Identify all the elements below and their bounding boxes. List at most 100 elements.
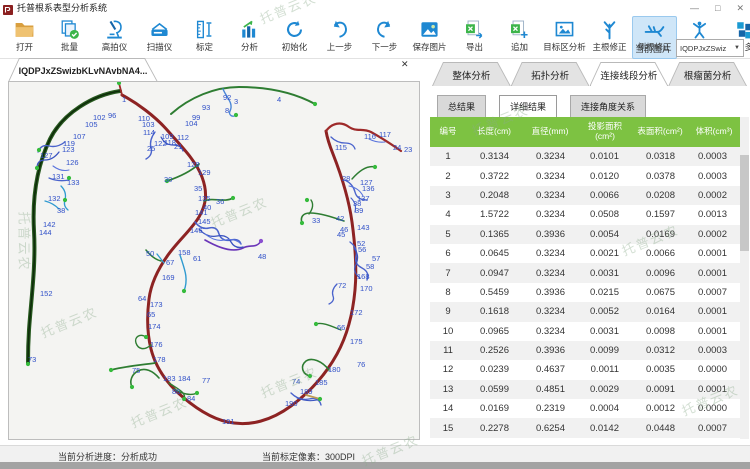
cell-value: 0.0004 bbox=[578, 403, 632, 414]
toolbar-button-label: 目标区分析 bbox=[543, 41, 586, 53]
annotation-label: 136 bbox=[362, 184, 375, 193]
cell-value: 0.1365 bbox=[466, 229, 522, 240]
annotation-label: 152 bbox=[40, 289, 53, 298]
cell-id: 14 bbox=[430, 403, 466, 414]
table-row[interactable]: 41.57220.32340.05080.15970.0013 bbox=[430, 205, 740, 224]
redo-button[interactable]: 下一步 bbox=[362, 16, 407, 59]
save-image-button[interactable]: 保存图片 bbox=[407, 16, 452, 59]
annotation-label: 123 bbox=[62, 145, 75, 154]
cell-value: 0.0318 bbox=[632, 151, 688, 162]
annotation-label: 174 bbox=[148, 322, 161, 331]
annotation-label: 33 bbox=[312, 216, 320, 225]
calibrate-button[interactable]: 标定 bbox=[182, 16, 227, 59]
table-row[interactable]: 90.16180.32340.00520.01640.0001 bbox=[430, 302, 740, 321]
table-row[interactable]: 100.09650.32340.00310.00980.0001 bbox=[430, 322, 740, 341]
annotation-label: 23 bbox=[404, 145, 412, 154]
result-button-0[interactable]: 总结果 bbox=[437, 95, 486, 118]
cell-value: 0.3234 bbox=[522, 268, 578, 279]
reset-button[interactable]: 初始化 bbox=[272, 16, 317, 59]
table-row[interactable]: 30.20480.32340.00660.02080.0002 bbox=[430, 186, 740, 205]
cell-id: 3 bbox=[430, 190, 466, 201]
annotation-label: 126 bbox=[66, 158, 79, 167]
cell-value: 0.0101 bbox=[578, 151, 632, 162]
table-row[interactable]: 110.25260.39360.00990.03120.0003 bbox=[430, 341, 740, 360]
image-tab[interactable]: IQDPJxZSwizbKLvNAvbNA4... bbox=[8, 58, 158, 82]
minimize-button[interactable]: — bbox=[690, 4, 699, 13]
cell-id: 8 bbox=[430, 287, 466, 298]
annotation-label: 143 bbox=[357, 223, 370, 232]
annotation-label: 132 bbox=[48, 194, 61, 203]
tab-0[interactable]: 整体分析 bbox=[432, 62, 511, 86]
scanner-icon bbox=[149, 19, 170, 40]
append-button[interactable]: 追加 bbox=[497, 16, 542, 59]
table-row[interactable]: 20.37220.32340.01200.03780.0003 bbox=[430, 166, 740, 185]
cell-value: 0.0965 bbox=[466, 326, 522, 337]
current-image-dropdown[interactable]: IQDPJxZSwizbk ▼ bbox=[676, 39, 744, 57]
cell-value: 0.0098 bbox=[632, 326, 688, 337]
tab-1[interactable]: 拓扑分析 bbox=[511, 62, 590, 86]
main-root-icon bbox=[599, 19, 620, 40]
cell-value: 0.5459 bbox=[466, 287, 522, 298]
cell-value: 0.0091 bbox=[632, 384, 688, 395]
undo-button[interactable]: 上一步 bbox=[317, 16, 362, 59]
chevron-down-icon: ▼ bbox=[734, 45, 740, 51]
table-row[interactable]: 130.05990.48510.00290.00910.0001 bbox=[430, 380, 740, 399]
analyze-button[interactable]: 分析 bbox=[227, 16, 272, 59]
toolbar-button-label: 批量 bbox=[61, 41, 78, 53]
result-button-1[interactable]: 详细结果 bbox=[499, 95, 557, 118]
cell-value: 0.0052 bbox=[578, 306, 632, 317]
folder-button[interactable]: 打开 bbox=[2, 16, 47, 59]
cell-value: 0.3234 bbox=[522, 209, 578, 220]
toolbar-button-label: 追加 bbox=[511, 41, 528, 53]
table-row[interactable]: 150.22780.62540.01420.04480.0007 bbox=[430, 418, 740, 437]
table-row[interactable]: 10.31340.32340.01010.03180.0003 bbox=[430, 147, 740, 166]
export-button[interactable]: 导出 bbox=[452, 16, 497, 59]
table-scrollbar-thumb[interactable] bbox=[740, 155, 749, 251]
annotation-label: 67 bbox=[166, 258, 174, 267]
table-row[interactable]: 60.06450.32340.00210.00660.0001 bbox=[430, 244, 740, 263]
column-header-4: 表面积(cm²) bbox=[632, 117, 688, 147]
cell-value: 0.6254 bbox=[522, 423, 578, 434]
table-row[interactable]: 120.02390.46370.00110.00350.0000 bbox=[430, 360, 740, 379]
annotation-label: 172 bbox=[350, 308, 363, 317]
cell-id: 9 bbox=[430, 306, 466, 317]
cell-value: 0.4851 bbox=[522, 384, 578, 395]
cell-value: 0.0011 bbox=[578, 364, 632, 375]
cell-value: 0.0142 bbox=[578, 423, 632, 434]
cell-value: 0.0000 bbox=[688, 364, 740, 375]
tab-close-icon[interactable]: ✕ bbox=[401, 60, 409, 69]
target-area-button[interactable]: 目标区分析 bbox=[542, 16, 587, 59]
annotation-label: 115 bbox=[335, 143, 347, 152]
annotation-label: 185 bbox=[315, 378, 328, 387]
table-scrollbar[interactable] bbox=[740, 117, 749, 439]
table-row[interactable]: 50.13650.39360.00540.01690.0002 bbox=[430, 225, 740, 244]
toolbar-button-label: 初始化 bbox=[282, 41, 308, 53]
annotation-label: 191 bbox=[222, 417, 235, 426]
cell-value: 0.0164 bbox=[632, 306, 688, 317]
table-row[interactable]: 80.54590.39360.02150.06750.0007 bbox=[430, 283, 740, 302]
batch-button[interactable]: 批量 bbox=[47, 16, 92, 59]
toolbar-button-label: 上一步 bbox=[327, 41, 353, 53]
table-row[interactable]: 70.09470.32340.00310.00960.0001 bbox=[430, 263, 740, 282]
cell-value: 0.0448 bbox=[632, 423, 688, 434]
maximize-button[interactable]: □ bbox=[715, 4, 720, 13]
tab-3[interactable]: 根瘤菌分析 bbox=[668, 62, 747, 86]
doc-camera-button[interactable]: 高拍仪 bbox=[92, 16, 137, 59]
annotation-label: 72 bbox=[338, 281, 346, 290]
tab-2[interactable]: 连接线段分析 bbox=[590, 62, 669, 86]
column-header-1: 长度(cm) bbox=[466, 117, 522, 147]
cell-value: 0.0001 bbox=[688, 248, 740, 259]
scanner-button[interactable]: 扫描仪 bbox=[137, 16, 182, 59]
root-image-canvas[interactable]: 1923493899104102961051071191231271261311… bbox=[8, 81, 420, 440]
result-button-2[interactable]: 连接角度关系 bbox=[570, 95, 646, 118]
close-button[interactable]: ✕ bbox=[736, 4, 744, 13]
annotation-label: 56 bbox=[358, 245, 366, 254]
main-root-button[interactable]: 主根修正 bbox=[587, 16, 632, 59]
cell-value: 0.3234 bbox=[522, 151, 578, 162]
cell-value: 0.0378 bbox=[632, 171, 688, 182]
annotation-label: 38 bbox=[57, 206, 65, 215]
lateral-root-icon bbox=[644, 19, 665, 40]
annotation-label: 65 bbox=[147, 310, 155, 319]
cell-value: 0.0021 bbox=[578, 248, 632, 259]
table-row[interactable]: 140.01690.23190.00040.00120.0000 bbox=[430, 399, 740, 418]
